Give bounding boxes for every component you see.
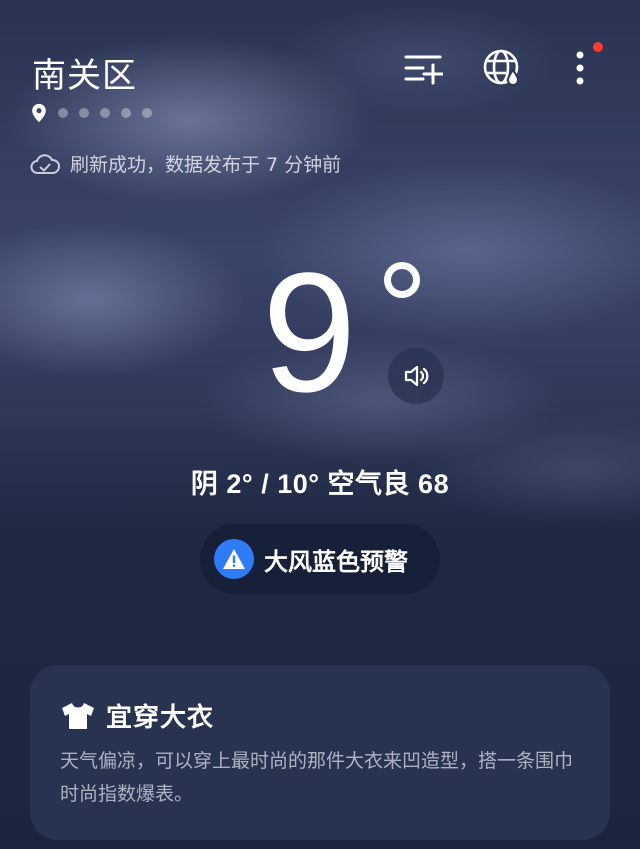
weather-alert-button[interactable]: 大风蓝色预警 (200, 524, 440, 594)
page-dot[interactable] (121, 108, 131, 118)
clothing-index-card[interactable]: 宜穿大衣 天气偏凉，可以穿上最时尚的那件大衣来凹造型，搭一条围巾时尚指数爆表。 (30, 665, 610, 840)
warning-icon (214, 539, 254, 579)
card-header: 宜穿大衣 (60, 697, 214, 734)
notification-dot (593, 42, 603, 52)
cloud-check-icon (30, 153, 60, 174)
globe-weather-icon[interactable] (482, 48, 522, 88)
page-dot[interactable] (58, 108, 68, 118)
more-icon[interactable] (560, 48, 600, 88)
refresh-text: 刷新成功，数据发布于 7 分钟前 (70, 154, 342, 176)
speaker-icon (404, 365, 429, 387)
page-dot[interactable] (79, 108, 89, 118)
degree-symbol (384, 262, 420, 298)
header: 南关区 (0, 0, 640, 130)
card-title: 宜穿大衣 (106, 703, 215, 733)
city-name[interactable]: 南关区 (32, 48, 137, 97)
page-indicator[interactable] (30, 103, 163, 123)
weather-summary[interactable]: 阴 2° / 10° 空气良 68 (0, 462, 640, 501)
add-city-icon[interactable] (403, 48, 444, 88)
page-dot[interactable] (100, 108, 110, 118)
alert-label: 大风蓝色预警 (264, 547, 408, 576)
page-dot[interactable] (142, 108, 152, 118)
location-pin-icon (32, 103, 46, 123)
shirt-icon (62, 702, 94, 729)
refresh-status: 刷新成功，数据发布于 7 分钟前 (30, 150, 341, 177)
current-temperature: 9 (262, 238, 357, 428)
card-body: 天气偏凉，可以穿上最时尚的那件大衣来凹造型，搭一条围巾时尚指数爆表。 (60, 750, 574, 805)
voice-broadcast-button[interactable] (388, 348, 444, 404)
